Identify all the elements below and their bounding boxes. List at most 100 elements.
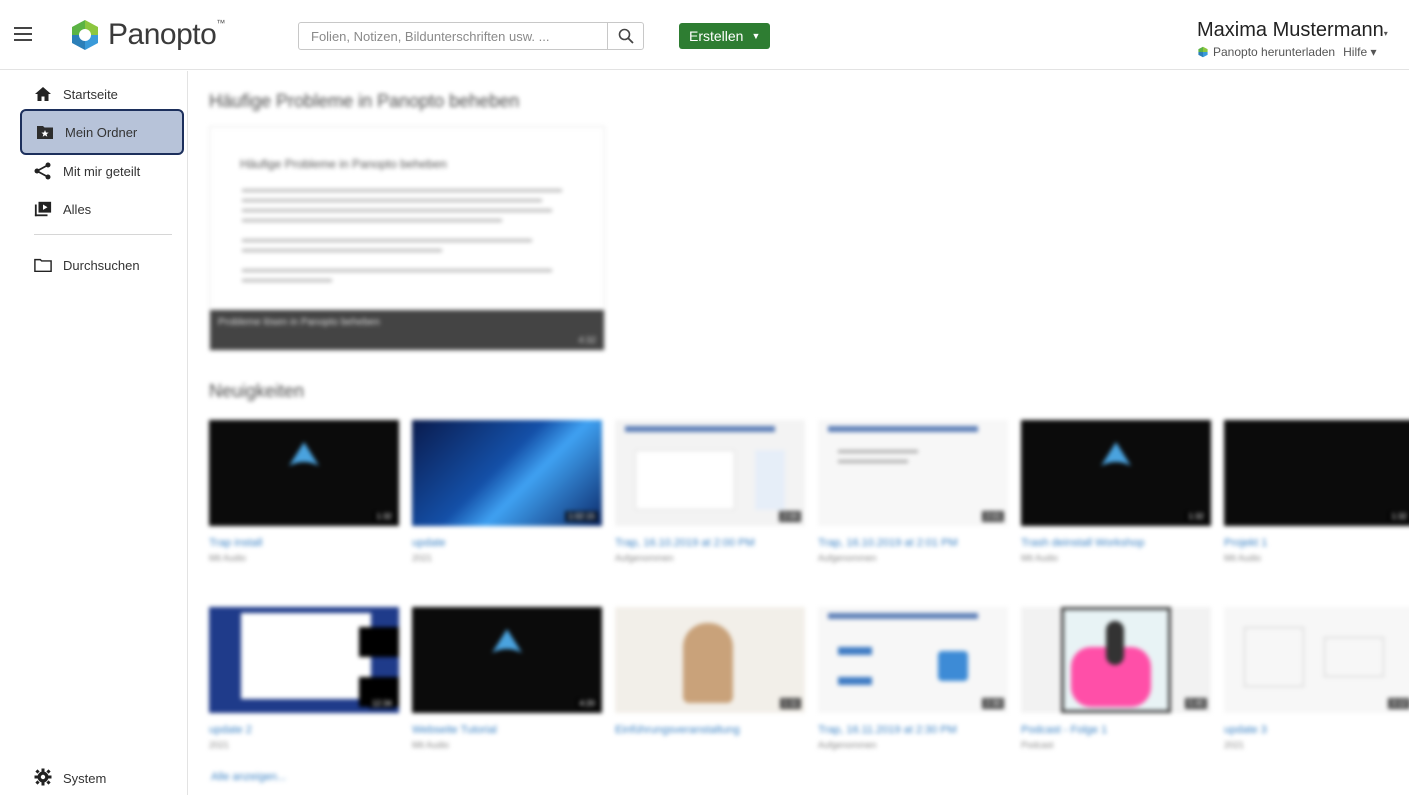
video-thumbnail: 4:20 <box>412 607 602 713</box>
help-menu[interactable]: Hilfe ▾ <box>1343 45 1376 59</box>
video-subtitle: Mit Audio <box>1021 553 1059 563</box>
video-thumbnail: 1:32 <box>1021 420 1211 526</box>
video-card[interactable]: 4:20 Webseite Tutorial Mit Audio <box>412 607 602 750</box>
slide-text-line <box>242 269 552 272</box>
video-thumbnail: 1:11 <box>615 607 805 713</box>
video-thumbnail: 1:32 <box>1224 420 1409 526</box>
video-thumbnail: 2:30 <box>818 607 1008 713</box>
main-content: Häufige Probleme in Panopto beheben Häuf… <box>189 71 1409 795</box>
video-card[interactable]: 1:32 Projekt 1 Mit Audio <box>1224 420 1409 563</box>
video-card[interactable]: 3:12 update 3 2021 <box>1224 607 1409 750</box>
user-links: Panopto herunterladen Hilfe ▾ <box>1197 45 1407 59</box>
sidebar-divider <box>34 234 172 235</box>
video-card[interactable]: 12:34 update 2 2021 <box>209 607 399 750</box>
video-title-link[interactable]: Trap, 16.10.2019 at 2:00 PM <box>615 536 805 550</box>
share-icon <box>34 162 52 180</box>
video-thumbnail: 2:00 <box>615 420 805 526</box>
panopto-logo[interactable]: Panopto™ <box>68 18 225 52</box>
slide-text-line <box>242 219 502 222</box>
video-subtitle: Aufgenommen <box>818 740 877 750</box>
recent-section-title: Neuigkeiten <box>209 381 305 401</box>
download-panopto-link[interactable]: Panopto herunterladen <box>1197 45 1335 59</box>
panopto-small-icon <box>1198 46 1208 58</box>
show-all-link[interactable]: Alle anzeigen... <box>211 771 286 783</box>
sidebar-item-label: Mit mir geteilt <box>63 163 141 179</box>
gear-icon <box>34 768 52 789</box>
video-thumbnail: 3:12 <box>1224 607 1409 713</box>
slide-text-line <box>242 199 542 202</box>
video-subtitle: 2021 <box>1224 740 1245 750</box>
sidebar-item-label: Alles <box>63 201 92 217</box>
video-subtitle: Aufgenommen <box>818 553 877 563</box>
hamburger-menu-icon[interactable] <box>14 27 32 41</box>
slide-text-line <box>242 279 332 282</box>
sidebar-item-label: Startseite <box>63 86 118 102</box>
featured-duration: 4:32 <box>578 335 596 345</box>
video-card[interactable]: 2:01 Trap, 16.10.2019 at 2:01 PM Aufgeno… <box>818 420 1008 563</box>
video-subtitle: Mit Audio <box>209 553 247 563</box>
home-icon <box>34 85 52 103</box>
video-thumbnail: 1:02:15 <box>412 420 602 526</box>
sidebar: Startseite Mein Ordner Mit mir geteilt A… <box>0 71 188 795</box>
video-card[interactable]: 2:00 Trap, 16.10.2019 at 2:00 PM Aufgeno… <box>615 420 805 563</box>
video-card[interactable]: 1:32 Trash deinstall Workshop Mit Audio <box>1021 420 1211 563</box>
create-button[interactable]: Erstellen ▼ <box>679 23 771 49</box>
video-subtitle: 2021 <box>412 553 433 563</box>
search-button[interactable] <box>607 23 643 49</box>
chevron-down-icon: ▾ <box>1383 29 1388 38</box>
brand-name: Panopto™ <box>108 18 225 51</box>
sidebar-item-label: Mein Ordner <box>65 124 138 140</box>
sidebar-item-label: Durchsuchen <box>63 257 140 273</box>
video-card[interactable]: 2:30 Trap, 16.11.2019 at 2:30 PM Aufgeno… <box>818 607 1008 750</box>
featured-section-title: Häufige Probleme in Panopto beheben <box>209 91 520 111</box>
video-title-link[interactable]: update 3 <box>1224 723 1409 737</box>
sidebar-item-durchsuchen[interactable]: Durchsuchen <box>20 242 184 288</box>
featured-caption-bar <box>210 310 604 350</box>
video-title-link[interactable]: update <box>412 536 602 550</box>
play-list-icon <box>34 200 52 218</box>
folder-icon <box>34 256 52 274</box>
video-thumbnail: 1:32 <box>209 420 399 526</box>
slide-text-line <box>242 249 442 252</box>
slide-text-line <box>242 189 562 192</box>
video-card[interactable]: 1:02:15 update 2021 <box>412 420 602 563</box>
video-title-link[interactable]: Trash deinstall Workshop <box>1021 536 1211 550</box>
video-card[interactable]: 1:11 Einführungsveranstaltung <box>615 607 805 740</box>
video-title-link[interactable]: Projekt 1 <box>1224 536 1409 550</box>
video-title-link[interactable]: Trap, 16.10.2019 at 2:01 PM <box>818 536 1008 550</box>
featured-slide-title: Häufige Probleme in Panopto beheben <box>240 157 447 171</box>
user-menu: Maxima Mustermann▾ Panopto herunterladen… <box>1197 19 1407 59</box>
panopto-logo-icon <box>72 20 98 50</box>
create-button-label: Erstellen <box>689 28 744 44</box>
user-name-button[interactable]: Maxima Mustermann▾ <box>1197 19 1407 42</box>
sidebar-item-system[interactable]: System <box>34 768 106 789</box>
sidebar-item-label: System <box>63 771 107 786</box>
video-title-link[interactable]: Einführungsveranstaltung <box>615 723 805 737</box>
video-subtitle: Podcast <box>1021 740 1054 750</box>
top-header: Panopto™ Erstellen ▼ Maxima Mustermann▾ <box>0 0 1409 70</box>
featured-caption: Probleme lösen in Panopto beheben <box>218 317 380 328</box>
video-title-link[interactable]: Trap install <box>209 536 399 550</box>
sidebar-item-alles[interactable]: Alles <box>20 186 184 232</box>
video-card[interactable]: 5:45 Podcast - Folge 1 Podcast <box>1021 607 1211 750</box>
featured-video-card[interactable]: Häufige Probleme in Panopto beheben Prob… <box>209 126 605 351</box>
video-title-link[interactable]: update 2 <box>209 723 399 737</box>
video-title-link[interactable]: Trap, 16.11.2019 at 2:30 PM <box>818 723 1008 737</box>
slide-text-line <box>242 239 532 242</box>
video-subtitle: Mit Audio <box>1224 553 1262 563</box>
chevron-down-icon: ▼ <box>751 31 761 41</box>
search-icon <box>618 28 634 44</box>
video-subtitle: Aufgenommen <box>615 553 674 563</box>
search-input[interactable] <box>299 23 607 49</box>
slide-text-line <box>242 209 552 212</box>
video-thumbnail: 5:45 <box>1021 607 1211 713</box>
video-title-link[interactable]: Podcast - Folge 1 <box>1021 723 1211 737</box>
search-box <box>298 22 644 50</box>
video-thumbnail: 12:34 <box>209 607 399 713</box>
video-subtitle: 2021 <box>209 740 230 750</box>
video-thumbnail: 2:01 <box>818 420 1008 526</box>
video-subtitle: Mit Audio <box>412 740 450 750</box>
video-card[interactable]: 1:32 Trap install Mit Audio <box>209 420 399 563</box>
video-title-link[interactable]: Webseite Tutorial <box>412 723 602 737</box>
star-folder-icon <box>36 123 54 141</box>
